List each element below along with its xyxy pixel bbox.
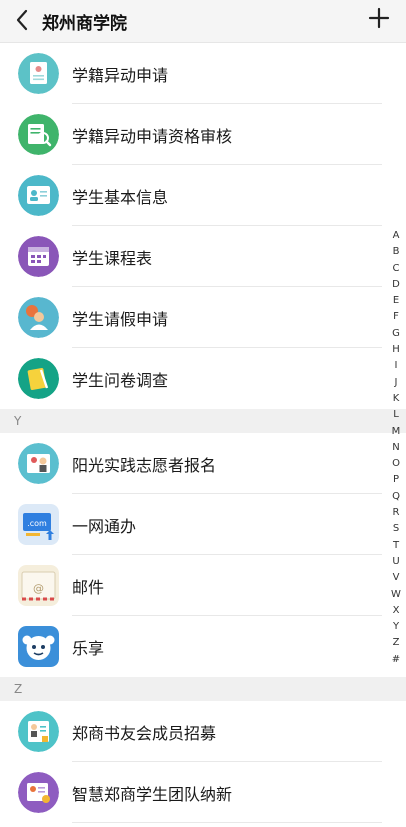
index-letter[interactable]: Z — [393, 635, 400, 651]
list-item[interactable]: 郑商书友会成员招募 — [0, 701, 406, 762]
list-item[interactable]: 学生课程表 — [0, 226, 406, 287]
index-letter[interactable]: U — [392, 554, 399, 570]
section-header: Z — [0, 677, 406, 701]
item-label: 学籍异动申请 — [72, 66, 169, 85]
back-arrow-icon[interactable] — [14, 8, 30, 32]
index-letter[interactable]: J — [395, 375, 398, 391]
app-header: 郑州商学院 — [0, 0, 406, 43]
item-label: 学生请假申请 — [72, 310, 169, 329]
index-letter[interactable]: V — [393, 570, 400, 586]
list-item[interactable]: @ 邮件 — [0, 555, 406, 616]
online-service-icon: .com — [18, 504, 59, 545]
index-letter[interactable]: C — [393, 261, 400, 277]
index-letter[interactable]: Y — [393, 619, 399, 635]
item-label: 阳光实践志愿者报名 — [72, 456, 217, 475]
svg-text:.com: .com — [27, 519, 47, 528]
page-title: 郑州商学院 — [42, 14, 127, 34]
list-item[interactable]: .com 一网通办 — [0, 494, 406, 555]
index-letter[interactable]: R — [393, 505, 400, 521]
index-letter[interactable]: L — [393, 407, 399, 423]
volunteer-signup-icon — [18, 443, 59, 484]
item-label: 邮件 — [72, 578, 105, 597]
add-icon[interactable] — [368, 7, 390, 29]
index-letter[interactable]: O — [392, 456, 400, 472]
qualification-review-icon — [18, 114, 59, 155]
alphabet-index[interactable]: A B C D E F G H I J K L M N O P Q R S T … — [389, 228, 403, 668]
student-info-icon — [18, 175, 59, 216]
item-label: 学生课程表 — [72, 249, 153, 268]
item-label: 一网通办 — [72, 517, 137, 536]
index-letter[interactable]: W — [391, 587, 401, 603]
item-label: 学生基本信息 — [72, 188, 169, 207]
item-label: 智慧郑商学生团队纳新 — [72, 785, 233, 804]
item-label: 郑商书友会成员招募 — [72, 724, 217, 743]
index-letter[interactable]: H — [392, 342, 400, 358]
list-item[interactable]: 学籍异动申请资格审核 — [0, 104, 406, 165]
index-letter[interactable]: E — [393, 293, 399, 309]
index-letter[interactable]: K — [393, 391, 400, 407]
index-letter[interactable]: I — [395, 358, 398, 374]
svg-text:@: @ — [33, 582, 44, 595]
student-status-change-icon — [18, 53, 59, 94]
index-letter[interactable]: # — [392, 652, 400, 668]
divider — [72, 822, 382, 823]
list-item[interactable]: 学籍异动申请 — [0, 43, 406, 104]
list-item[interactable]: 学生问卷调查 — [0, 348, 406, 409]
timetable-icon — [18, 236, 59, 277]
index-letter[interactable]: A — [393, 228, 400, 244]
index-letter[interactable]: D — [392, 277, 400, 293]
index-letter[interactable]: P — [393, 472, 399, 488]
book-club-icon — [18, 711, 59, 752]
mail-icon: @ — [18, 565, 59, 606]
index-letter[interactable]: N — [392, 440, 399, 456]
item-label: 学籍异动申请资格审核 — [72, 127, 233, 146]
lexiang-icon — [18, 626, 59, 667]
index-letter[interactable]: X — [393, 603, 400, 619]
list-item[interactable]: 阳光实践志愿者报名 — [0, 433, 406, 494]
team-recruit-icon — [18, 772, 59, 813]
app-list: 学籍异动申请 学籍异动申请资格审核 学生基本信息 学生课程表 学生请假申请 学生… — [0, 43, 406, 823]
index-letter[interactable]: G — [392, 326, 400, 342]
index-letter[interactable]: T — [393, 538, 399, 554]
index-letter[interactable]: F — [393, 309, 399, 325]
index-letter[interactable]: B — [393, 244, 400, 260]
section-header: Y — [0, 409, 406, 433]
list-item[interactable]: 学生基本信息 — [0, 165, 406, 226]
survey-icon — [18, 358, 59, 399]
item-label: 学生问卷调查 — [72, 371, 169, 390]
index-letter[interactable]: M — [392, 424, 401, 440]
item-label: 乐享 — [72, 639, 105, 658]
index-letter[interactable]: S — [393, 521, 399, 537]
list-item[interactable]: 智慧郑商学生团队纳新 — [0, 762, 406, 823]
list-item[interactable]: 乐享 — [0, 616, 406, 677]
leave-request-icon — [18, 297, 59, 338]
index-letter[interactable]: Q — [392, 489, 400, 505]
list-item[interactable]: 学生请假申请 — [0, 287, 406, 348]
